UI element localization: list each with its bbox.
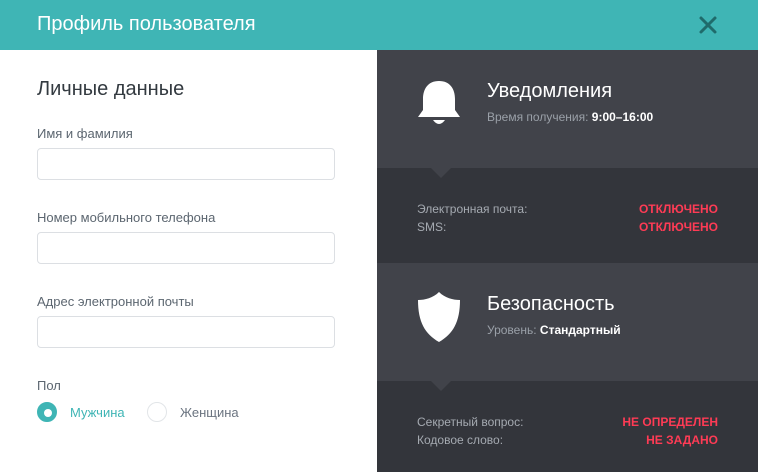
secret-question-label: Секретный вопрос: xyxy=(417,415,524,429)
security-level-label: Уровень: xyxy=(487,323,537,337)
gender-male-label: Мужчина xyxy=(70,404,125,420)
gender-female-label: Женщина xyxy=(180,404,239,420)
email-notify-status: ОТКЛЮЧЕНО xyxy=(638,202,718,216)
notifications-title: Уведомления xyxy=(487,80,613,102)
code-word-status: НЕ ЗАДАНО xyxy=(646,433,718,447)
modal-title: Профиль пользователя xyxy=(37,13,256,35)
security-header: Безопасность Уровень: Стандартный xyxy=(377,263,758,381)
gender-female-radio[interactable]: Женщина xyxy=(147,401,239,423)
settings-panel: Уведомления Время получения: 9:00–16:00 … xyxy=(377,50,758,472)
radio-checked-icon xyxy=(37,402,57,422)
close-button[interactable] xyxy=(695,12,721,38)
radio-unchecked-icon xyxy=(147,402,167,422)
security-details: Секретный вопрос: НЕ ОПРЕДЕЛЕН Кодовое с… xyxy=(377,381,758,472)
phone-input[interactable] xyxy=(37,232,335,264)
full-name-label: Имя и фамилия xyxy=(37,126,133,141)
gender-label: Пол xyxy=(37,378,61,393)
modal-header: Профиль пользователя xyxy=(0,0,758,50)
bell-icon xyxy=(415,78,463,135)
pointer-notch xyxy=(431,168,451,178)
section-title: Личные данные xyxy=(37,78,185,100)
delivery-time-label: Время получения: xyxy=(487,110,589,124)
security-subtitle: Уровень: Стандартный xyxy=(487,323,621,337)
gender-male-radio[interactable]: Мужчина xyxy=(37,401,125,423)
shield-icon xyxy=(415,290,463,349)
full-name-input[interactable] xyxy=(37,148,335,180)
delivery-time-value: 9:00–16:00 xyxy=(591,110,654,124)
email-input[interactable] xyxy=(37,316,335,348)
pointer-notch xyxy=(431,381,451,391)
notifications-subtitle: Время получения: 9:00–16:00 xyxy=(487,110,653,124)
personal-data-section: Личные данные Имя и фамилия Номер мобиль… xyxy=(0,50,377,472)
security-title: Безопасность xyxy=(487,293,615,315)
email-notify-label: Электронная почта: xyxy=(417,202,528,216)
code-word-label: Кодовое слово: xyxy=(417,433,504,447)
notifications-details: Электронная почта: ОТКЛЮЧЕНО SMS: ОТКЛЮЧ… xyxy=(377,168,758,263)
security-level-value: Стандартный xyxy=(539,323,621,337)
phone-label: Номер мобильного телефона xyxy=(37,210,216,225)
close-icon xyxy=(699,16,717,34)
email-label: Адрес электронной почты xyxy=(37,294,194,309)
notifications-header: Уведомления Время получения: 9:00–16:00 xyxy=(377,50,758,168)
sms-notify-label: SMS: xyxy=(417,220,447,234)
sms-notify-status: ОТКЛЮЧЕНО xyxy=(638,220,718,234)
secret-question-status: НЕ ОПРЕДЕЛЕН xyxy=(622,415,718,429)
